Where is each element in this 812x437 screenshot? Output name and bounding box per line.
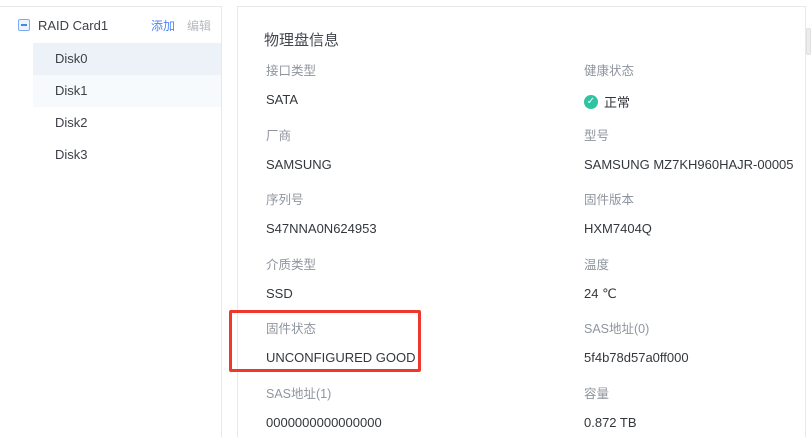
field-label: 固件版本	[584, 189, 794, 208]
field-label: 健康状态	[584, 60, 794, 79]
field-serial-number: 序列号 S47NNA0N624953	[266, 189, 584, 254]
collapse-minus-icon[interactable]	[18, 19, 30, 31]
tree-node-label[interactable]: RAID Card1	[38, 18, 151, 33]
health-status-value: ✓ 正常	[584, 92, 794, 111]
field-interface-type: 接口类型 SATA	[266, 60, 584, 125]
vertical-scrollbar-thumb[interactable]	[806, 28, 811, 55]
field-value: UNCONFIGURED GOOD	[266, 350, 584, 365]
field-label: 固件状态	[266, 318, 584, 337]
field-firmware-state: 固件状态 UNCONFIGURED GOOD	[266, 318, 584, 383]
field-model: 型号 SAMSUNG MZ7KH960HAJR-00005	[584, 125, 794, 190]
field-value: 0000000000000000	[266, 415, 584, 430]
field-value: SSD	[266, 286, 584, 301]
field-label: 介质类型	[266, 254, 584, 273]
field-firmware-version: 固件版本 HXM7404Q	[584, 189, 794, 254]
field-health-status: 健康状态 ✓ 正常	[584, 60, 794, 125]
field-label: SAS地址(1)	[266, 383, 584, 402]
physical-disk-info-panel: 物理盘信息 接口类型 SATA 健康状态 ✓ 正常 厂商 SAMSUNG 型号 …	[237, 6, 806, 437]
field-media-type: 介质类型 SSD	[266, 254, 584, 319]
field-value: 24 ℃	[584, 286, 794, 302]
disk-list: Disk0 Disk1 Disk2 Disk3	[33, 43, 221, 171]
tree-node-raid-card[interactable]: RAID Card1 添加 编辑	[0, 7, 221, 43]
field-label: 温度	[584, 254, 794, 273]
field-temperature: 温度 24 ℃	[584, 254, 794, 319]
field-sas-address-1: SAS地址(1) 0000000000000000	[266, 383, 584, 437]
sidebar-item-disk2[interactable]: Disk2	[33, 107, 221, 139]
field-label: 接口类型	[266, 60, 584, 79]
disk-info-fields: 接口类型 SATA 健康状态 ✓ 正常 厂商 SAMSUNG 型号 SAMSUN…	[266, 60, 794, 437]
field-label: 序列号	[266, 189, 584, 208]
status-badge: 正常	[604, 92, 630, 111]
field-value: S47NNA0N624953	[266, 221, 584, 236]
add-link[interactable]: 添加	[151, 17, 175, 34]
field-capacity: 容量 0.872 TB	[584, 383, 794, 437]
check-circle-icon: ✓	[584, 95, 598, 109]
field-label: SAS地址(0)	[584, 318, 794, 337]
field-value: 0.872 TB	[584, 415, 794, 430]
field-vendor: 厂商 SAMSUNG	[266, 125, 584, 190]
edit-link[interactable]: 编辑	[187, 17, 211, 34]
page-title: 物理盘信息	[264, 29, 339, 50]
raid-management-page: RAID Card1 添加 编辑 Disk0 Disk1 Disk2 Disk3…	[0, 0, 812, 437]
sidebar-item-disk0[interactable]: Disk0	[33, 43, 221, 75]
sidebar-disk-tree: RAID Card1 添加 编辑 Disk0 Disk1 Disk2 Disk3	[0, 6, 222, 437]
field-value: SAMSUNG MZ7KH960HAJR-00005	[584, 157, 794, 172]
sidebar-item-disk3[interactable]: Disk3	[33, 139, 221, 171]
field-value: HXM7404Q	[584, 221, 794, 236]
field-label: 厂商	[266, 125, 584, 144]
field-value: SATA	[266, 92, 584, 107]
field-value: SAMSUNG	[266, 157, 584, 172]
field-label: 型号	[584, 125, 794, 144]
field-value: 5f4b78d57a0ff000	[584, 350, 794, 365]
field-label: 容量	[584, 383, 794, 402]
field-sas-address-0: SAS地址(0) 5f4b78d57a0ff000	[584, 318, 794, 383]
sidebar-item-disk1[interactable]: Disk1	[33, 75, 221, 107]
